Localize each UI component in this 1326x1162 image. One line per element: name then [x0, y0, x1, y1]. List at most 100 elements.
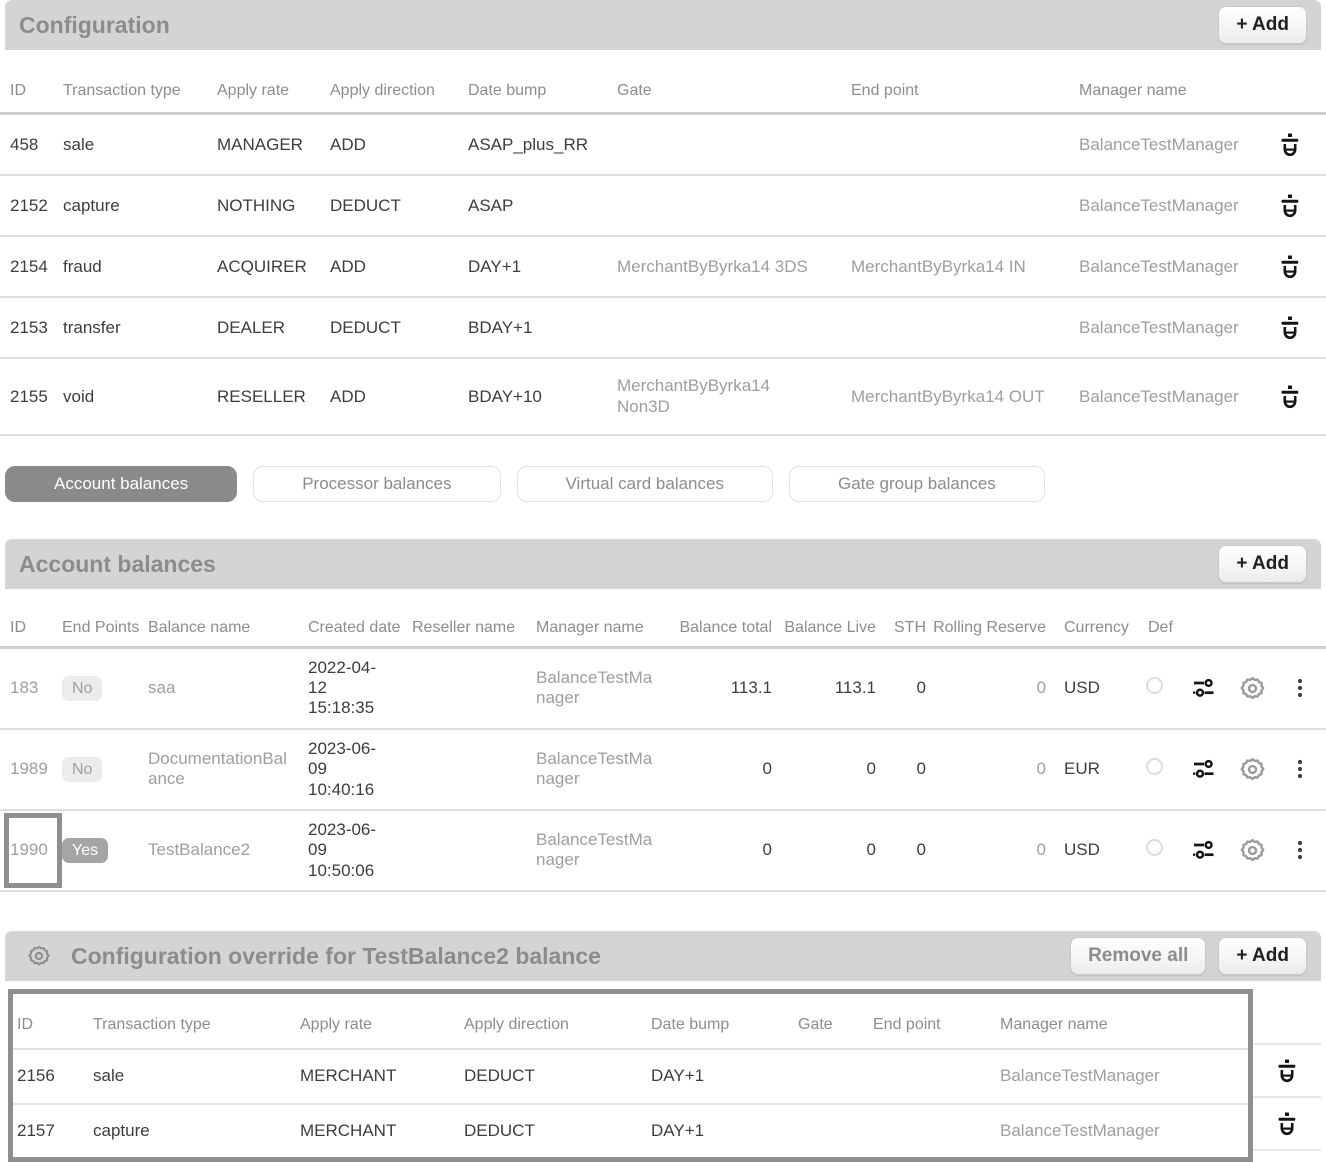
adjust-balance-button[interactable]: [1192, 838, 1216, 862]
delete-row-button[interactable]: [1279, 384, 1301, 409]
cell-rolling-reserve: 0: [930, 647, 1050, 729]
account-balances-section-header: Account balances + Add: [5, 539, 1321, 589]
cell-apply-rate: MANAGER: [217, 114, 330, 176]
default-radio[interactable]: [1146, 677, 1163, 694]
col-header-apply-rate: Apply rate: [300, 994, 464, 1049]
cell-end-point: [851, 114, 1079, 176]
adjust-balance-button[interactable]: [1192, 676, 1216, 700]
cell-id: 2156: [13, 1049, 93, 1103]
col-header-transaction-type: Transaction type: [93, 994, 300, 1049]
account-balances-table: ID End Points Balance name Created date …: [0, 611, 1326, 892]
cell-balance-name: DocumentationBalance: [148, 729, 308, 810]
more-actions-button[interactable]: [1296, 758, 1304, 780]
more-actions-button[interactable]: [1296, 839, 1304, 861]
cell-currency: EUR: [1050, 729, 1136, 810]
trash-icon: [1276, 1111, 1298, 1136]
cell-apply-rate: NOTHING: [217, 175, 330, 236]
override-highlight-box: ID Transaction type Apply rate Apply dir…: [8, 989, 1253, 1162]
configuration-title: Configuration: [19, 12, 170, 39]
cell-manager-name: BalanceTestManager: [1000, 1104, 1248, 1157]
col-header-id: ID: [13, 994, 93, 1049]
cell-currency: USD: [1050, 810, 1136, 891]
table-row[interactable]: 1989 No DocumentationBalance 2023-06-09 …: [0, 729, 1326, 810]
override-table-area: ID Transaction type Apply rate Apply dir…: [0, 989, 1326, 1162]
table-row: 2153 transfer DEALER DEDUCT BDAY+1 Balan…: [0, 297, 1326, 358]
cell-date-bump: DAY+1: [468, 236, 617, 297]
cell-date-bump: BDAY+10: [468, 358, 617, 435]
delete-row-button[interactable]: [1279, 254, 1301, 279]
remove-all-button[interactable]: Remove all: [1070, 937, 1206, 975]
col-header-end-points: End Points: [62, 611, 148, 647]
settings-button[interactable]: [1239, 675, 1266, 702]
sliders-icon: [1192, 838, 1216, 862]
cell-date-bump: ASAP: [468, 175, 617, 236]
col-header-created-date: Created date: [308, 611, 412, 647]
col-header-balance-name: Balance name: [148, 611, 308, 647]
delete-row-button[interactable]: [1279, 132, 1301, 157]
default-radio[interactable]: [1146, 839, 1163, 856]
col-header-end-point: End point: [873, 994, 1000, 1049]
default-radio[interactable]: [1146, 758, 1163, 775]
override-delete-column: [1253, 989, 1321, 1151]
cell-id: 2155: [0, 358, 63, 435]
cell-end-point: MerchantByByrka14 OUT: [851, 358, 1079, 435]
col-header-reseller-name: Reseller name: [412, 611, 536, 647]
settings-button[interactable]: [1239, 756, 1266, 783]
col-header-apply-direction: Apply direction: [330, 56, 468, 114]
cell-end-point: [851, 175, 1079, 236]
cell-balance-live: 0: [776, 810, 880, 891]
cell-balance-live: 113.1: [776, 647, 880, 729]
cell-sth: 0: [880, 810, 930, 891]
cell-balance-total: 0: [676, 810, 776, 891]
cell-gate: MerchantByByrka14 Non3D: [617, 358, 851, 435]
gear-icon: [1239, 756, 1266, 783]
cell-reseller-name: [412, 647, 536, 729]
cell-balance-name: TestBalance2: [148, 810, 308, 891]
cell-id: 1990: [0, 810, 62, 891]
cell-id: 2152: [0, 175, 63, 236]
end-points-badge: Yes: [62, 838, 108, 863]
col-header-manager-name: Manager name: [1000, 994, 1248, 1049]
cell-apply-rate: DEALER: [217, 297, 330, 358]
cell-id: 2157: [13, 1104, 93, 1157]
tab-virtual-card-balances[interactable]: Virtual card balances: [517, 466, 773, 502]
cell-created-date: 2023-06-09 10:40:16: [308, 729, 412, 810]
settings-button[interactable]: [1239, 837, 1266, 864]
delete-row-button[interactable]: [1279, 193, 1301, 218]
delete-row-button[interactable]: [1276, 1058, 1298, 1083]
adjust-balance-button[interactable]: [1192, 757, 1216, 781]
balance-type-tabs: Account balances Processor balances Virt…: [5, 466, 1321, 502]
cell-apply-rate: MERCHANT: [300, 1104, 464, 1157]
gear-icon: [1239, 837, 1266, 864]
cell-reseller-name: [412, 810, 536, 891]
cell-currency: USD: [1050, 647, 1136, 729]
table-row-selected[interactable]: 1990 Yes TestBalance2 2023-06-09 10:50:0…: [0, 810, 1326, 891]
table-row[interactable]: 183 No saa 2022-04-12 15:18:35 BalanceTe…: [0, 647, 1326, 729]
add-account-balance-button[interactable]: + Add: [1218, 545, 1307, 583]
delete-row-button[interactable]: [1279, 315, 1301, 340]
delete-row-button[interactable]: [1276, 1111, 1298, 1136]
add-override-button[interactable]: + Add: [1218, 937, 1307, 975]
cell-sth: 0: [880, 729, 930, 810]
override-header-row: ID Transaction type Apply rate Apply dir…: [13, 994, 1248, 1049]
trash-icon: [1276, 1058, 1298, 1083]
cell-rolling-reserve: 0: [930, 810, 1050, 891]
cell-date-bump: ASAP_plus_RR: [468, 114, 617, 176]
col-header-balance-total: Balance total: [676, 611, 776, 647]
tab-account-balances[interactable]: Account balances: [5, 466, 237, 502]
cell-apply-rate: ACQUIRER: [217, 236, 330, 297]
cell-id: 2154: [0, 236, 63, 297]
cell-apply-direction: DEDUCT: [464, 1104, 651, 1157]
add-configuration-button[interactable]: + Add: [1218, 6, 1307, 44]
cell-apply-direction: DEDUCT: [330, 175, 468, 236]
cell-end-point: [873, 1104, 1000, 1157]
override-section-header: Configuration override for TestBalance2 …: [5, 931, 1321, 981]
configuration-table-header-row: ID Transaction type Apply rate Apply dir…: [0, 56, 1326, 114]
tab-gate-group-balances[interactable]: Gate group balances: [789, 466, 1045, 502]
cell-apply-direction: ADD: [330, 358, 468, 435]
cell-date-bump: DAY+1: [651, 1104, 798, 1157]
tab-processor-balances[interactable]: Processor balances: [253, 466, 500, 502]
table-row: 2156 sale MERCHANT DEDUCT DAY+1 BalanceT…: [13, 1049, 1248, 1103]
cell-gate: [798, 1049, 873, 1103]
more-actions-button[interactable]: [1296, 677, 1304, 699]
